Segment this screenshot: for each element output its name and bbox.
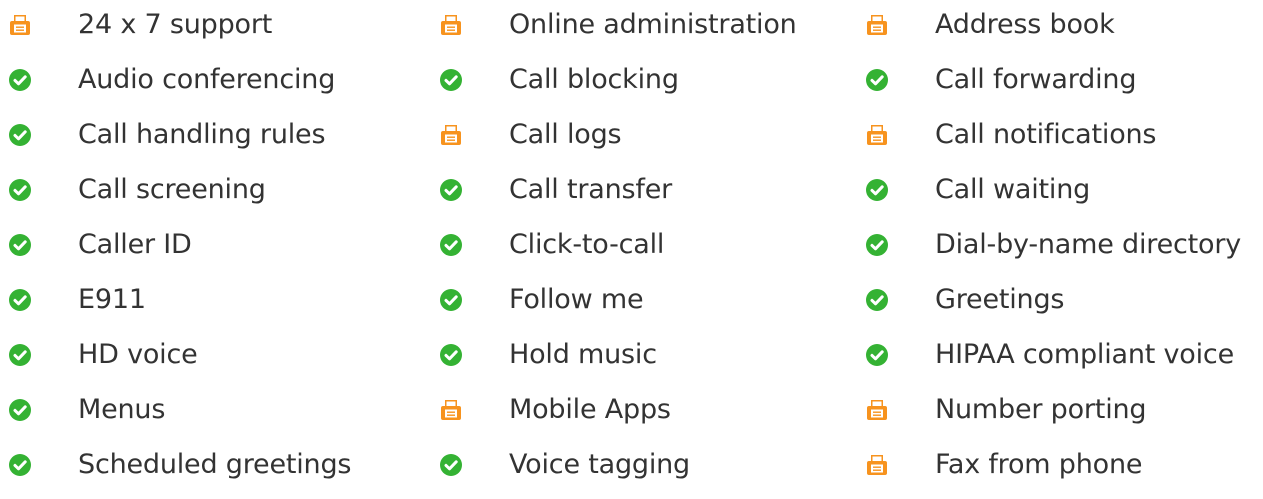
feature-grid: 24 x 7 support Audio conferencing Call han… — [0, 0, 1263, 499]
fax-icon — [9, 14, 31, 36]
feature-label: Call screening — [78, 174, 266, 205]
feature-label: 24 x 7 support — [78, 9, 273, 40]
feature-label: E911 — [78, 284, 146, 315]
feature-label: HIPAA compliant voice — [935, 339, 1234, 370]
check-icon — [440, 69, 462, 91]
feature-item: 24 x 7 support — [9, 0, 351, 54]
feature-label: Hold music — [509, 339, 657, 370]
check-icon — [9, 124, 31, 146]
feature-item: E911 — [9, 271, 351, 329]
check-icon — [9, 454, 31, 476]
fax-icon — [440, 124, 462, 146]
feature-label: Scheduled greetings — [78, 449, 352, 480]
feature-item: HD voice — [9, 326, 351, 384]
feature-label: Menus — [78, 394, 166, 425]
check-icon — [9, 344, 31, 366]
feature-item: Follow me — [440, 271, 797, 329]
check-icon — [866, 344, 888, 366]
feature-item: Call handling rules — [9, 106, 351, 164]
feature-item: Call logs — [440, 106, 797, 164]
feature-item: Address book — [866, 0, 1241, 54]
feature-item: Fax from phone — [866, 436, 1241, 494]
feature-label: Caller ID — [78, 229, 192, 260]
check-icon — [9, 69, 31, 91]
check-icon — [440, 179, 462, 201]
check-icon — [9, 289, 31, 311]
feature-label: Mobile Apps — [509, 394, 671, 425]
feature-label: HD voice — [78, 339, 198, 370]
fax-icon — [440, 14, 462, 36]
feature-item: Mobile Apps — [440, 381, 797, 439]
feature-item: Call waiting — [866, 161, 1241, 219]
check-icon — [440, 454, 462, 476]
feature-item: Click-to-call — [440, 216, 797, 274]
feature-label: Call notifications — [935, 119, 1157, 150]
feature-item: Caller ID — [9, 216, 351, 274]
feature-column-1: 24 x 7 support Audio conferencing Call han… — [9, 0, 351, 494]
fax-icon — [866, 14, 888, 36]
fax-icon — [866, 454, 888, 476]
feature-label: Number porting — [935, 394, 1147, 425]
fax-icon — [440, 399, 462, 421]
feature-label: Follow me — [509, 284, 644, 315]
feature-item: Call forwarding — [866, 51, 1241, 109]
fax-icon — [866, 399, 888, 421]
feature-label: Greetings — [935, 284, 1065, 315]
check-icon — [9, 234, 31, 256]
feature-label: Call transfer — [509, 174, 673, 205]
check-icon — [866, 234, 888, 256]
feature-label: Call handling rules — [78, 119, 326, 150]
feature-item: Voice tagging — [440, 436, 797, 494]
feature-label: Call logs — [509, 119, 622, 150]
feature-label: Click-to-call — [509, 229, 665, 260]
feature-item: HIPAA compliant voice — [866, 326, 1241, 384]
check-icon — [866, 69, 888, 91]
feature-item: Menus — [9, 381, 351, 439]
feature-item: Hold music — [440, 326, 797, 384]
check-icon — [9, 399, 31, 421]
fax-icon — [866, 124, 888, 146]
feature-item: Call blocking — [440, 51, 797, 109]
check-icon — [440, 234, 462, 256]
feature-item: Call screening — [9, 161, 351, 219]
feature-label: Call blocking — [509, 64, 679, 95]
feature-label: Online administration — [509, 9, 797, 40]
feature-column-2: Online administration Call blocking Call l… — [440, 0, 797, 494]
feature-item: Call notifications — [866, 106, 1241, 164]
feature-label: Voice tagging — [509, 449, 690, 480]
feature-label: Audio conferencing — [78, 64, 336, 95]
feature-column-3: Address book Call forwarding Call notifica… — [866, 0, 1241, 494]
check-icon — [866, 289, 888, 311]
feature-item: Online administration — [440, 0, 797, 54]
check-icon — [9, 179, 31, 201]
feature-label: Fax from phone — [935, 449, 1143, 480]
feature-label: Dial-by-name directory — [935, 229, 1242, 260]
feature-item: Number porting — [866, 381, 1241, 439]
feature-item: Call transfer — [440, 161, 797, 219]
feature-item: Audio conferencing — [9, 51, 351, 109]
feature-item: Greetings — [866, 271, 1241, 329]
feature-item: Scheduled greetings — [9, 436, 351, 494]
check-icon — [440, 344, 462, 366]
feature-label: Call forwarding — [935, 64, 1137, 95]
check-icon — [440, 289, 462, 311]
check-icon — [866, 179, 888, 201]
feature-label: Call waiting — [935, 174, 1091, 205]
feature-label: Address book — [935, 9, 1115, 40]
feature-item: Dial-by-name directory — [866, 216, 1241, 274]
